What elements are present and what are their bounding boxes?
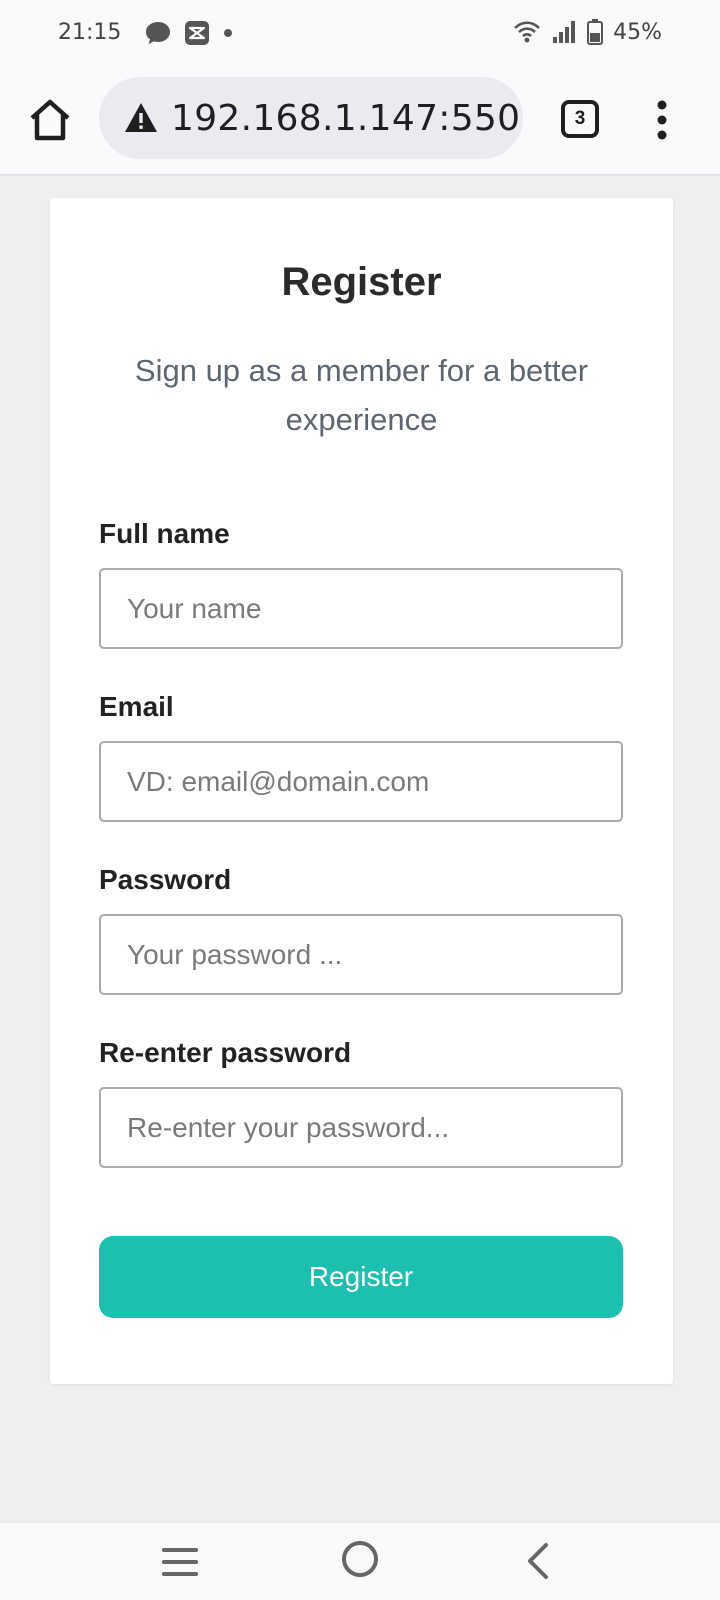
back-icon[interactable]: [524, 1542, 552, 1580]
home-circle-icon[interactable]: [341, 1540, 379, 1578]
full-name-label: Full name: [99, 518, 230, 549]
status-bar: 21:15 45%: [0, 0, 720, 68]
url-text: 192.168.1.147:5501: [171, 97, 523, 139]
email-label: Email: [99, 691, 174, 722]
battery-percent: 45%: [613, 19, 662, 45]
confirm-password-label: Re-enter password: [99, 1037, 352, 1068]
warning-icon[interactable]: [123, 100, 159, 136]
full-name-input[interactable]: [99, 568, 623, 649]
password-label: Password: [99, 864, 232, 895]
chat-icon: [146, 22, 170, 44]
status-notification-icons: [144, 20, 234, 46]
dot-icon: [224, 29, 232, 37]
address-bar[interactable]: 192.168.1.147:5501: [99, 77, 523, 159]
status-system-icons: 45%: [513, 19, 662, 45]
status-time: 21:15: [58, 20, 122, 45]
register-card: Register Sign up as a member for a bette…: [50, 198, 673, 1384]
recents-icon[interactable]: [161, 1545, 199, 1579]
battery-icon: [587, 19, 604, 45]
register-button[interactable]: Register: [99, 1236, 623, 1318]
home-icon[interactable]: [26, 96, 74, 144]
page-subtitle: Sign up as a member for a better experie…: [134, 353, 589, 437]
tabs-icon[interactable]: 3: [561, 100, 599, 138]
email-input[interactable]: [99, 741, 623, 822]
wifi-icon: [514, 21, 541, 43]
password-input[interactable]: [99, 914, 623, 995]
confirm-password-input[interactable]: [99, 1087, 623, 1168]
tab-count: 3: [574, 108, 586, 129]
capcut-icon: [185, 21, 209, 45]
page-title: Register: [281, 260, 442, 304]
browser-toolbar: 192.168.1.147:5501 3: [0, 68, 720, 176]
signal-icon: [553, 21, 576, 43]
more-vert-icon[interactable]: [650, 100, 674, 140]
system-nav-bar: [0, 1522, 720, 1600]
